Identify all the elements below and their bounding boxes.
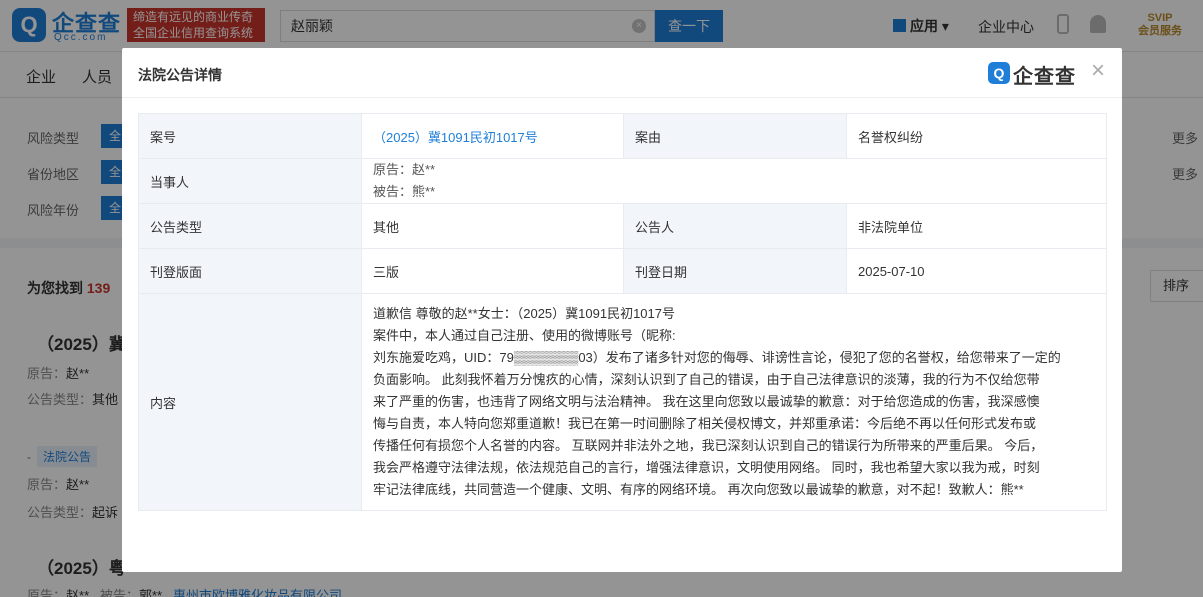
content-line: 来了严重的伤害，也违背了网络文明与法治精神。 我在这里向您致以最诚挚的歉意：对于… [373,394,1040,409]
cause-label: 案由 [623,113,847,159]
table-row: 案号 （2025）冀1091民初1017号 案由 名誉权纠纷 [138,113,1107,159]
content-line: 牢记法律底线，共同营造一个健康、文明、有序的网络环境。 再次向您致以最诚挚的歉意… [373,482,1024,497]
notice-type-value: 其他 [361,203,624,249]
content-line: 传播任何有损您个人名誉的内容。 互联网并非法外之地，我已深刻认识到自己的错误行为… [373,438,1044,453]
modal-header: 法院公告详情 Q 企查查 × [122,48,1122,98]
plaintiff-text: 原告：赵** [373,162,436,177]
content-line: 刘东施爱吃鸡，UID：79▒▒▒▒▒▒▒03）发布了诸多针对您的侮辱、诽谤性言论… [373,350,1061,365]
defendant-text: 被告：熊** [373,184,436,199]
table-row: 刊登版面 三版 刊登日期 2025-07-10 [138,248,1107,294]
content-line: 我会严格遵守法律法规，依法规范自己的言行，增强法律意识，文明使用网络。 同时，我… [373,460,1040,475]
party-value: 原告：赵** 被告：熊** [361,158,1107,204]
case-number-link[interactable]: （2025）冀1091民初1017号 [361,113,624,159]
notice-type-label: 公告类型 [138,203,362,249]
content-line: 案件中，本人通过自己注册、使用的微博账号（昵称: [373,328,676,343]
modal-logo-icon: Q [988,62,1010,84]
cause-value: 名誉权纠纷 [846,113,1107,159]
edition-value: 三版 [361,248,624,294]
notice-detail-table: 案号 （2025）冀1091民初1017号 案由 名誉权纠纷 当事人 原告：赵*… [138,113,1107,511]
publish-date-value: 2025-07-10 [846,248,1107,294]
content-line: 负面影响。 此刻我怀着万分愧疚的心情，深刻认识到了自己的错误，由于自己法律意识的… [373,372,1040,387]
table-row: 当事人 原告：赵** 被告：熊** [138,158,1107,204]
close-icon[interactable]: × [1086,59,1110,84]
modal-title: 法院公告详情 [138,67,222,83]
case-number-label: 案号 [138,113,362,159]
publish-date-label: 刊登日期 [623,248,847,294]
modal-logo-text: 企查查 [1013,66,1076,88]
party-label: 当事人 [138,158,362,204]
edition-label: 刊登版面 [138,248,362,294]
content-label: 内容 [138,293,362,511]
content-value: 道歉信 尊敬的赵**女士：（2025）冀1091民初1017号 案件中，本人通过自… [361,293,1107,511]
announcer-value: 非法院单位 [846,203,1107,249]
content-text: 道歉信 尊敬的赵**女士：（2025）冀1091民初1017号 案件中，本人通过自… [373,294,1095,510]
court-notice-modal: 法院公告详情 Q 企查查 × 案号 （2025）冀1091民初1017号 案由 … [122,48,1122,572]
table-row: 公告类型 其他 公告人 非法院单位 [138,203,1107,249]
content-line: 道歉信 尊敬的赵**女士：（2025）冀1091民初1017号 [373,306,675,321]
table-row: 内容 道歉信 尊敬的赵**女士：（2025）冀1091民初1017号 案件中，本人… [138,293,1107,511]
announcer-label: 公告人 [623,203,847,249]
content-line: 悔与自责，本人特向您郑重道歉！我已在第一时间删除了相关侵权博文，并郑重承诺：今后… [373,416,1037,431]
